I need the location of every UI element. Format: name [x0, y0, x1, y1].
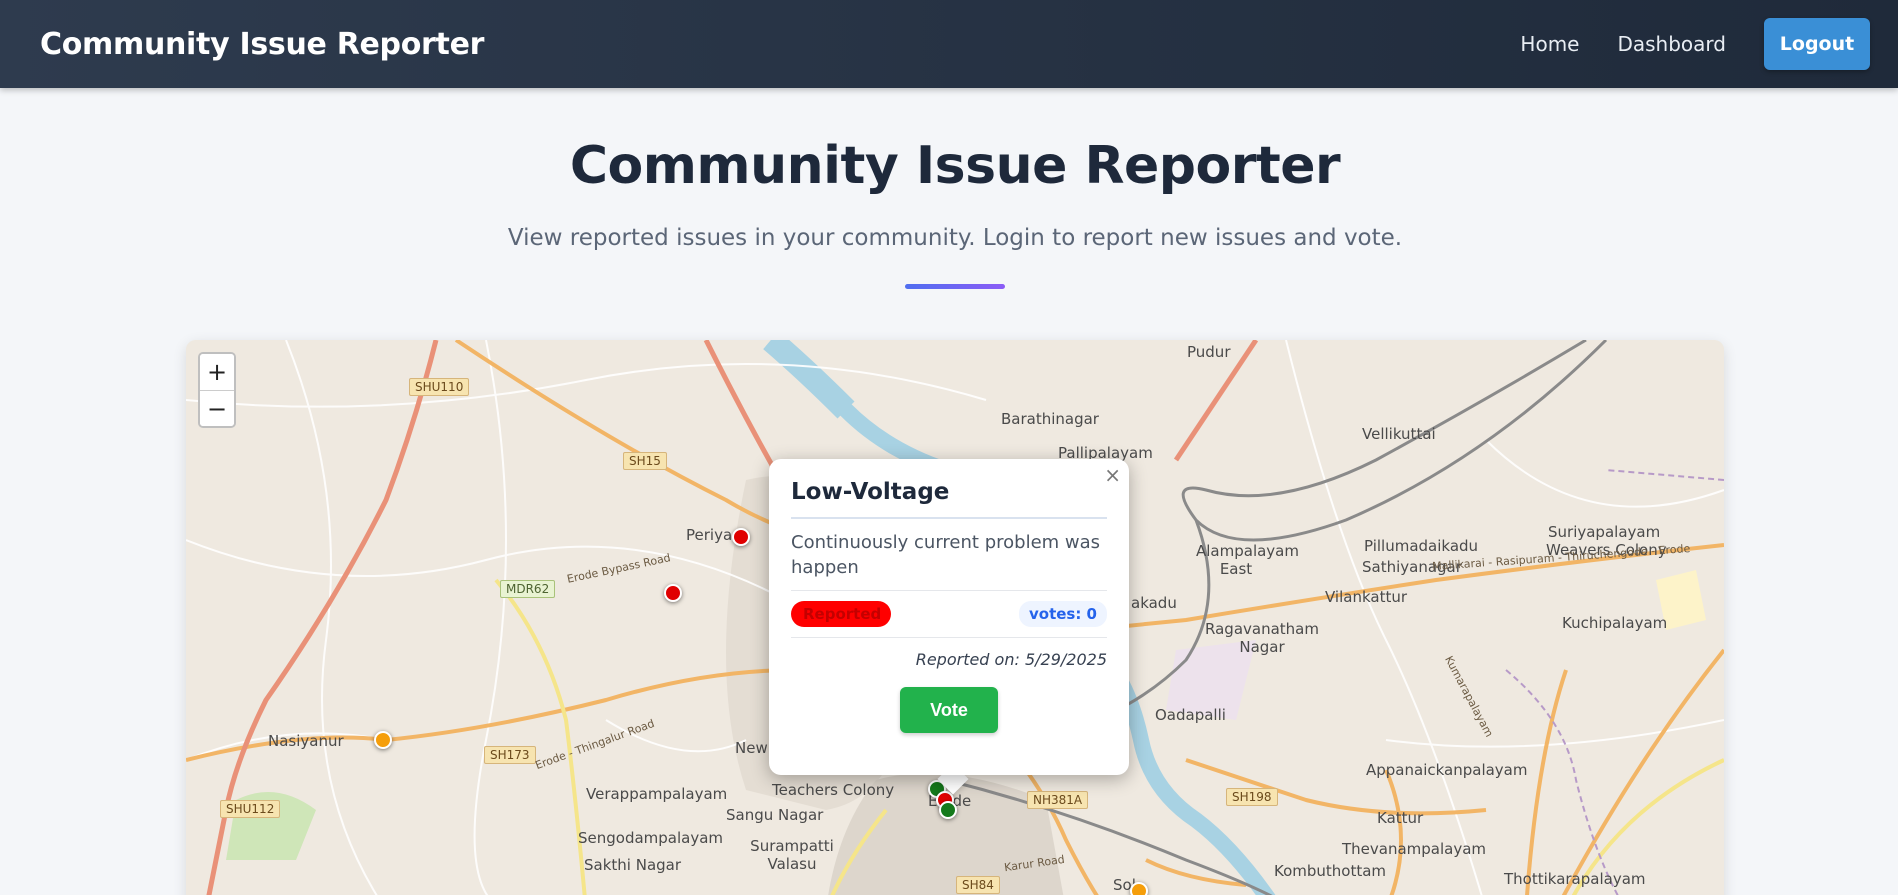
issue-marker[interactable]: [732, 528, 750, 546]
issue-title: Low-Voltage: [791, 479, 1107, 519]
nav-link-home[interactable]: Home: [1520, 32, 1579, 56]
issue-marker[interactable]: [374, 731, 392, 749]
close-icon[interactable]: ×: [1104, 463, 1121, 487]
place-label: Sangu Nagar: [726, 806, 824, 824]
issue-meta: Reported votes: 0: [791, 601, 1107, 638]
nav-links: Home Dashboard Logout: [1520, 18, 1870, 70]
place-label: Periya: [686, 526, 733, 544]
issue-marker[interactable]: [939, 801, 957, 819]
road-badge: MDR62: [500, 580, 556, 598]
nav-link-dashboard[interactable]: Dashboard: [1617, 32, 1726, 56]
place-label: Teachers Colony: [772, 781, 895, 799]
page-title: Community Issue Reporter: [569, 136, 1341, 196]
road-badge: SH173: [484, 746, 536, 764]
reported-date: Reported on: 5/29/2025: [915, 650, 1107, 669]
place-label: Ragavanatham Nagar: [1205, 620, 1319, 656]
issue-description: Continuously current problem was happen: [791, 530, 1107, 591]
place-label: Thottikarapalayam: [1504, 870, 1646, 888]
zoom-control: + −: [198, 352, 236, 428]
logout-button[interactable]: Logout: [1764, 18, 1870, 70]
zoom-in-button[interactable]: +: [200, 354, 234, 390]
page-subtitle: View reported issues in your community. …: [507, 225, 1403, 251]
road-badge: SH84: [956, 876, 1000, 894]
road-badge: SH15: [623, 452, 667, 470]
title-divider: [905, 284, 1005, 289]
place-label: Sakthi Nagar: [584, 856, 682, 874]
vote-container: Vote: [791, 687, 1107, 733]
place-label: Suriyapalayam: [1548, 523, 1661, 541]
place-label: Barathinagar: [1001, 410, 1099, 428]
place-label: Oadapalli: [1155, 706, 1226, 724]
road-badge: SHU112: [220, 800, 281, 818]
road-badge: SH198: [1226, 788, 1278, 806]
place-label: Kuchipalayam: [1562, 614, 1668, 632]
place-label: akadu: [1131, 594, 1177, 612]
road-badge: SHU110: [409, 378, 470, 396]
place-label: Nasiyanur: [268, 732, 344, 750]
status-badge: Reported: [791, 601, 891, 627]
issue-marker[interactable]: [1130, 882, 1148, 895]
votes-badge: votes: 0: [1018, 601, 1107, 627]
issue-marker[interactable]: [664, 584, 682, 602]
place-label: Pudur: [1187, 343, 1231, 361]
place-label: New: [735, 739, 768, 757]
place-label: Kattur: [1377, 809, 1424, 827]
place-label: Sengodampalayam: [578, 829, 724, 847]
issue-popup: × Low-Voltage Continuously current probl…: [769, 459, 1129, 775]
road-badge: NH381A: [1027, 791, 1089, 809]
brand-title[interactable]: Community Issue Reporter: [40, 27, 484, 62]
place-label: Appanaickanpalayam: [1366, 761, 1528, 779]
place-label: Vilankattur: [1325, 588, 1408, 606]
place-label: Kombuthottam: [1274, 862, 1387, 880]
vote-button[interactable]: Vote: [900, 687, 998, 733]
navbar: Community Issue Reporter Home Dashboard …: [0, 0, 1898, 88]
place-label: Alampalayam East: [1196, 542, 1299, 578]
place-label: Verappampalayam: [586, 785, 728, 803]
place-label: Surampatti Valasu: [750, 837, 834, 873]
place-label: Thevanampalayam: [1342, 840, 1487, 858]
place-label: Pillumadaikadu: [1364, 537, 1479, 555]
place-label: Vellikuttai: [1362, 425, 1436, 443]
zoom-out-button[interactable]: −: [200, 390, 234, 426]
